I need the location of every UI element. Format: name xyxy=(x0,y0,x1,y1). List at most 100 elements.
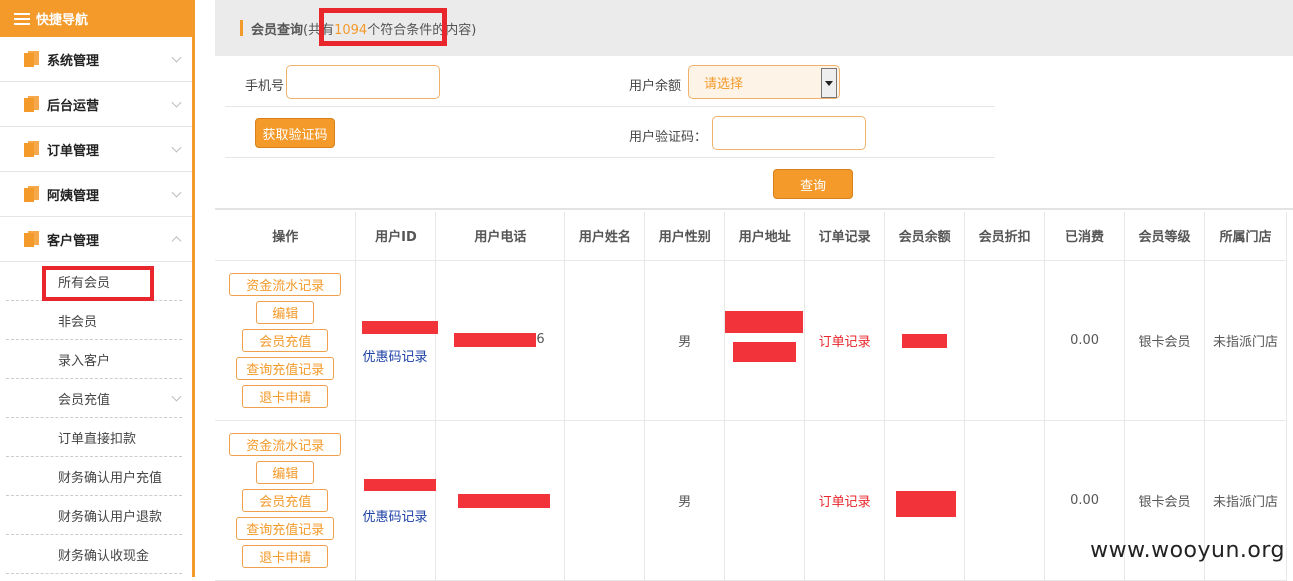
discount-cell xyxy=(964,420,1046,581)
table-row: 资金流水记录 编辑 会员充值 查询充值记录 退卡申请 优惠码记录 6 男 订单记录 0.… xyxy=(215,260,1288,421)
row-action-button[interactable]: 退卡申请 xyxy=(242,544,329,568)
sidebar-group[interactable]: 系统管理 xyxy=(0,37,192,82)
page-title: 会员查询 xyxy=(251,22,304,38)
chevron-icon xyxy=(171,236,182,247)
address-cell xyxy=(724,260,806,421)
row-action-button[interactable]: 退卡申请 xyxy=(242,384,329,408)
row-action-button[interactable]: 编辑 xyxy=(256,300,315,324)
sidebar-group-label: 订单管理 xyxy=(47,143,100,159)
column-header: 订单记录 xyxy=(804,212,886,261)
sidebar-subitem-label: 会员充值 xyxy=(58,392,111,408)
order-record-link[interactable]: 订单记录 xyxy=(819,335,871,350)
column-header: 会员等级 xyxy=(1124,212,1205,261)
document-icon xyxy=(24,141,39,157)
actions-cell: 资金流水记录 编辑会员充值查询充值记录 退卡申请 xyxy=(215,260,357,421)
sidebar-subitem-label: 非会员 xyxy=(58,314,98,330)
chevron-icon xyxy=(171,187,182,198)
search-form: 手机号 用户余额 请选择 获取验证码 用户验证码： 查询 xyxy=(215,56,1293,210)
sidebar-group[interactable]: 订单管理 xyxy=(0,127,192,172)
sidebar-subitem-label: 财务确认用户退款 xyxy=(58,509,163,525)
document-icon xyxy=(24,51,39,67)
query-header: 会员查询 (共有1094个符合条件的内容) xyxy=(215,0,1293,56)
balance-select-value: 请选择 xyxy=(704,76,744,92)
balance-cell xyxy=(884,420,966,581)
sidebar-subitem-label: 财务确认用户充值 xyxy=(58,470,163,486)
list-icon xyxy=(14,12,30,25)
orders-cell: 订单记录 xyxy=(804,420,886,581)
phone-tail: 6 xyxy=(536,331,545,347)
row-action-button[interactable]: 编辑 xyxy=(256,460,315,484)
sidebar-subitem-label: 录入客户 xyxy=(58,353,111,369)
row-action-button[interactable]: 查询充值记录 xyxy=(236,356,335,380)
accent-bar xyxy=(240,20,243,36)
chevron-icon xyxy=(171,97,182,108)
sidebar: 快捷导航 系统管理 后台运营 订单管理 阿姨管理 客户管理 所有会员 非会员 录入客… xyxy=(0,0,195,577)
column-header: 用户姓名 xyxy=(564,212,646,261)
highlight-box xyxy=(319,8,447,46)
balance-select[interactable]: 请选择 xyxy=(688,65,840,99)
order-record-link[interactable]: 订单记录 xyxy=(819,495,871,510)
sidebar-group-label: 系统管理 xyxy=(47,53,100,69)
sidebar-group[interactable]: 阿姨管理 xyxy=(0,172,192,217)
row-action-button[interactable]: 资金流水记录 xyxy=(229,272,342,296)
phone-label: 手机号 xyxy=(245,79,285,94)
gender-cell: 男 xyxy=(644,420,726,581)
coupon-link[interactable]: 优惠码记录 xyxy=(362,506,427,525)
table-header-row: 操作 用户ID 用户电话 用户姓名 用户性别 用户地址 订单记录 会员余额 会员折扣 已消费 会员等… xyxy=(215,212,1288,261)
sidebar-group-label: 后台运营 xyxy=(47,98,100,114)
row-action-button[interactable]: 会员充值 xyxy=(242,488,329,512)
sidebar-subitem[interactable]: 财务确认用户充值 xyxy=(6,457,182,496)
column-header: 所属门店 xyxy=(1204,212,1288,261)
get-code-button[interactable]: 获取验证码 xyxy=(255,118,335,148)
column-header: 会员折扣 xyxy=(964,212,1046,261)
sidebar-subitem[interactable]: 财务确认收现金 xyxy=(6,535,182,574)
phone-input[interactable] xyxy=(286,65,440,99)
sidebar-group[interactable]: 客户管理 xyxy=(0,217,192,262)
row-action-button[interactable]: 会员充值 xyxy=(242,328,329,352)
sidebar-subitem[interactable]: 订单直接扣款 xyxy=(6,418,182,457)
address-cell xyxy=(724,420,806,581)
orders-cell: 订单记录 xyxy=(804,260,886,421)
document-icon xyxy=(24,186,39,202)
dropdown-arrow-icon[interactable] xyxy=(821,68,837,98)
query-button[interactable]: 查询 xyxy=(773,169,853,199)
sidebar-subitem-label: 财务确认收现金 xyxy=(58,548,150,564)
level-cell: 银卡会员 xyxy=(1124,260,1205,421)
sidebar-group-label: 阿姨管理 xyxy=(47,188,100,204)
row-action-button[interactable]: 查询充值记录 xyxy=(236,516,335,540)
column-header: 会员余额 xyxy=(884,212,966,261)
column-header: 用户ID xyxy=(355,212,437,261)
watermark: www.wooyun.org xyxy=(1090,538,1285,563)
quick-nav-label: 快捷导航 xyxy=(36,13,89,28)
name-cell xyxy=(564,420,646,581)
sidebar-group[interactable]: 后台运营 xyxy=(0,82,192,127)
discount-cell xyxy=(964,260,1046,421)
sidebar-subitem[interactable]: 财务确认用户退款 xyxy=(6,496,182,535)
name-cell xyxy=(564,260,646,421)
code-input[interactable] xyxy=(712,116,866,150)
gender-cell: 男 xyxy=(644,260,726,421)
user-id-cell: 优惠码记录 xyxy=(355,260,439,421)
column-header: 已消费 xyxy=(1044,212,1126,261)
sidebar-subitem[interactable]: 录入客户 xyxy=(6,340,182,379)
code-label: 用户验证码： xyxy=(629,130,708,145)
sidebar-subitem[interactable]: 会员充值 xyxy=(6,379,182,418)
sidebar-subitem[interactable]: 非会员 xyxy=(6,301,182,340)
coupon-link[interactable]: 优惠码记录 xyxy=(362,346,427,365)
redaction xyxy=(454,332,537,347)
store-cell: 未指派门店 xyxy=(1204,260,1288,421)
quick-nav-header[interactable]: 快捷导航 xyxy=(0,0,192,37)
user-id-cell: 优惠码记录 xyxy=(355,420,437,581)
column-header: 用户电话 xyxy=(435,212,566,261)
redaction xyxy=(896,490,957,517)
redaction xyxy=(733,341,797,362)
row-action-button[interactable]: 资金流水记录 xyxy=(229,432,342,456)
document-icon xyxy=(24,231,39,247)
redaction xyxy=(364,478,437,491)
actions-cell: 资金流水记录 编辑会员充值查询充值记录 退卡申请 xyxy=(215,420,357,581)
sidebar-group-label: 客户管理 xyxy=(47,233,100,249)
balance-label: 用户余额 xyxy=(629,79,682,94)
chevron-icon xyxy=(171,52,182,63)
phone-cell xyxy=(435,420,566,581)
redaction xyxy=(725,310,804,333)
